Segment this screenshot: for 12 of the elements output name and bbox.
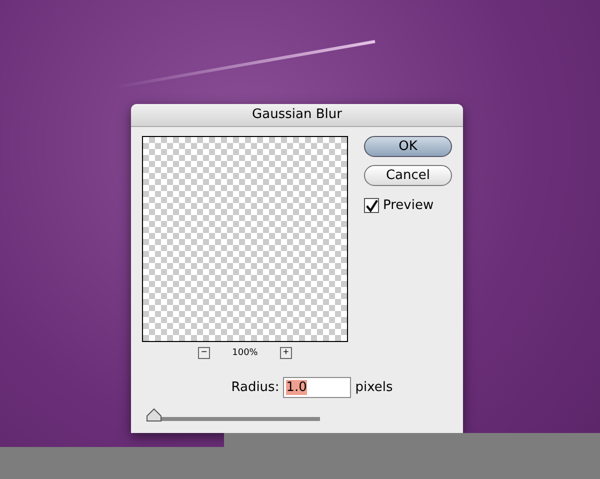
ok-button[interactable]: OK xyxy=(364,136,452,157)
unit-label: pixels xyxy=(355,380,393,395)
zoom-out-button[interactable]: − xyxy=(198,347,210,359)
zoom-level: 100% xyxy=(232,348,258,358)
cancel-button[interactable]: Cancel xyxy=(364,165,452,186)
radius-field[interactable]: 1.0 xyxy=(283,377,352,398)
slider-thumb[interactable] xyxy=(146,408,162,422)
preview-checkbox[interactable] xyxy=(364,198,379,213)
preview-label: Preview xyxy=(383,198,434,213)
zoom-in-button[interactable]: + xyxy=(280,347,292,359)
radius-label: Radius: xyxy=(231,380,280,395)
window-title: Gaussian Blur xyxy=(252,107,342,122)
